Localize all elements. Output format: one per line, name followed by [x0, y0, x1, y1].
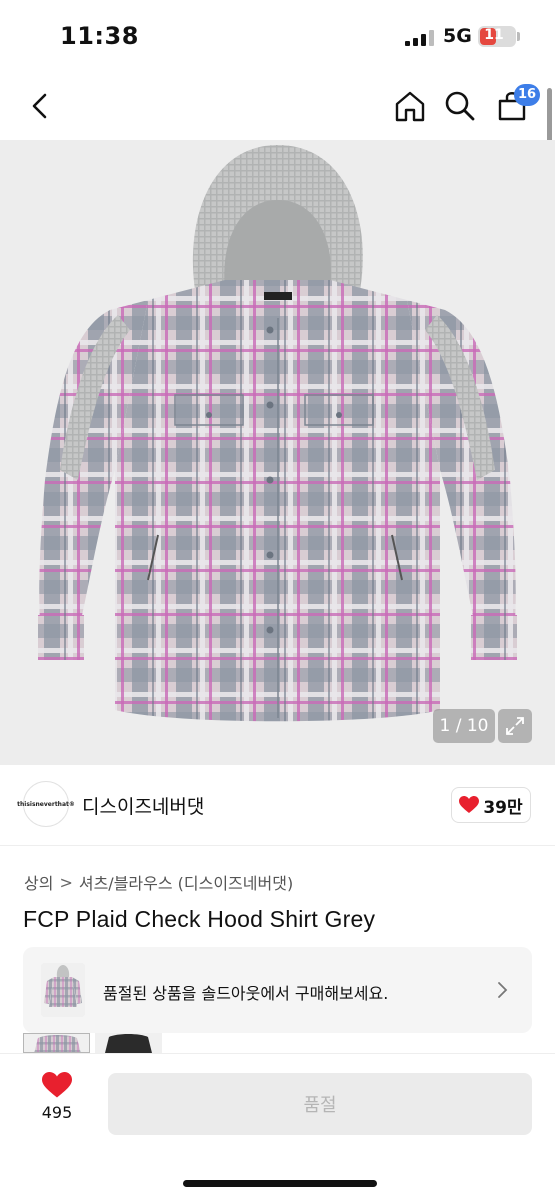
back-chevron-icon: [32, 93, 47, 119]
brand-name[interactable]: 디스이즈네버댓: [82, 792, 204, 819]
chevron-right-icon: [498, 982, 508, 998]
product-image: [0, 140, 555, 765]
battery-nub: [517, 32, 520, 41]
home-indicator: [183, 1180, 377, 1187]
brand-logo[interactable]: thisisneverthat®: [17, 781, 75, 827]
product-title: FCP Plaid Check Hood Shirt Grey: [23, 906, 376, 932]
heart-icon: [42, 1072, 72, 1098]
cart-button[interactable]: 16: [490, 84, 541, 128]
heart-icon: [459, 796, 480, 813]
breadcrumb-category[interactable]: 상의: [24, 870, 53, 894]
network-type: 5G: [443, 25, 472, 47]
brand-like-button[interactable]: 39만: [451, 787, 531, 823]
brand-like-count: 39만: [483, 797, 523, 818]
battery-icon: 11: [478, 26, 516, 47]
search-button[interactable]: [438, 84, 482, 128]
expand-arrows-icon: [506, 717, 524, 735]
soldout-thumbnail: [41, 963, 85, 1017]
brand-logo-text: thisisneverthat®: [17, 800, 75, 808]
bottom-action-bar: 495 품절: [0, 1053, 555, 1200]
soldout-banner-text: 품절된 상품을 솔드아웃에서 구매해보세요.: [103, 984, 389, 1003]
thumbnail-black[interactable]: [95, 1033, 162, 1053]
thumbnail-grey[interactable]: [23, 1033, 90, 1053]
back-button[interactable]: [18, 84, 62, 128]
expand-image-button[interactable]: [498, 709, 532, 743]
image-page-counter: 1 / 10: [433, 709, 495, 743]
brand-row[interactable]: thisisneverthat® 디스이즈네버댓 39만: [0, 765, 555, 845]
status-bar: 11:38 5G 11: [0, 0, 555, 72]
home-icon: [395, 91, 425, 122]
wishlist-button[interactable]: 495: [26, 1072, 88, 1134]
battery-percent: 11: [484, 27, 504, 43]
search-icon: [445, 91, 475, 121]
home-button[interactable]: [388, 84, 432, 128]
cellular-signal-icon: [405, 30, 434, 46]
cart-count-badge: 16: [514, 84, 541, 106]
soldout-banner[interactable]: 품절된 상품을 솔드아웃에서 구매해보세요.: [23, 947, 532, 1033]
status-time: 11:38: [60, 22, 139, 50]
soldout-buy-button[interactable]: 품절: [108, 1073, 532, 1135]
breadcrumb: 상의 > 셔츠/블라우스 (디스이즈네버댓): [24, 870, 293, 894]
section-divider: [0, 845, 555, 846]
breadcrumb-separator: >: [59, 872, 73, 892]
wishlist-count: 495: [41, 1103, 73, 1122]
breadcrumb-subcategory[interactable]: 셔츠/블라우스 (디스이즈네버댓): [79, 870, 293, 894]
product-image-gallery[interactable]: 1 / 10: [0, 140, 555, 765]
nav-bar: 16: [0, 72, 555, 140]
